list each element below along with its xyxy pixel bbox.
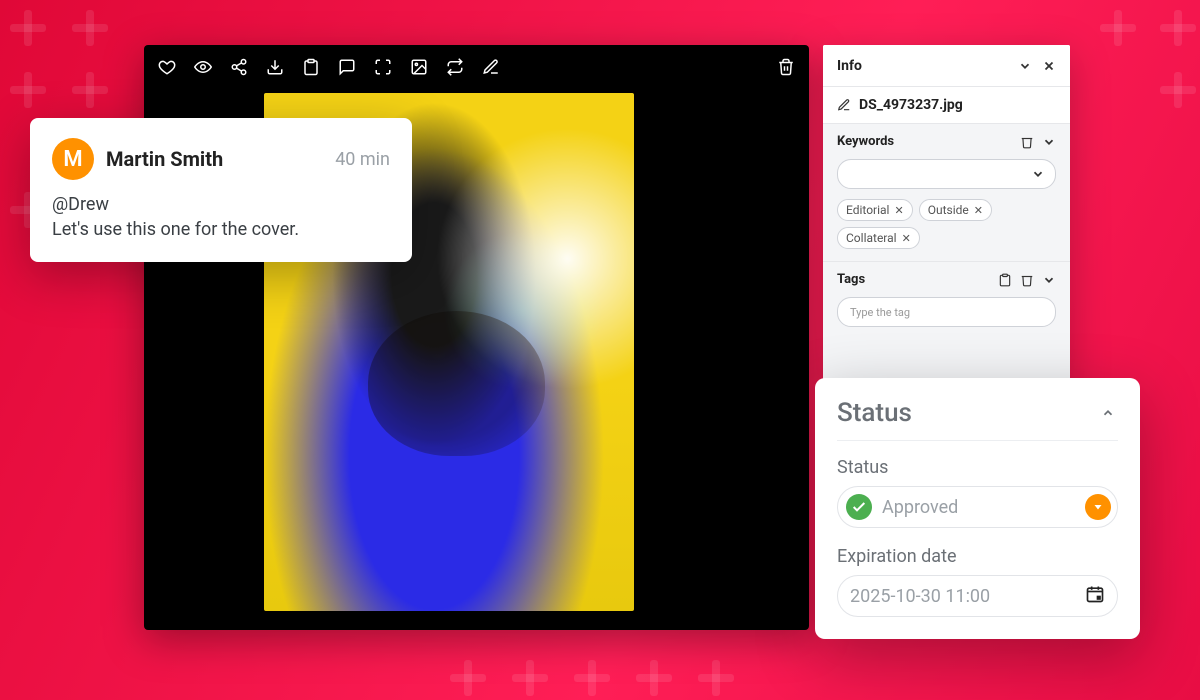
status-field-label: Status [837, 457, 1118, 478]
pencil-icon[interactable] [837, 98, 851, 112]
clipboard-icon[interactable] [302, 58, 320, 76]
expiration-input[interactable]: 2025-10-30 11:00 [837, 575, 1118, 617]
chevron-up-icon[interactable] [1098, 403, 1118, 423]
tags-placeholder: Type the tag [850, 306, 910, 319]
edit-icon[interactable] [482, 58, 500, 76]
info-panel-header: Info [823, 45, 1070, 87]
chevron-down-icon [1031, 167, 1045, 181]
tags-section: Tags Type the tag [823, 261, 1070, 339]
comment-body: Let's use this one for the cover. [52, 219, 390, 240]
status-select[interactable]: Approved [837, 486, 1118, 528]
trash-icon[interactable] [1020, 135, 1034, 149]
section-title-keywords: Keywords [837, 134, 894, 149]
avatar: M [52, 138, 94, 180]
close-icon[interactable] [1042, 59, 1056, 73]
info-panel-title: Info [837, 58, 862, 74]
image-icon[interactable] [410, 58, 428, 76]
comment-card: M Martin Smith 40 min @Drew Let's use th… [30, 118, 412, 262]
keywords-section: Keywords Editorial✕ Outside✕ Collateral✕ [823, 124, 1070, 261]
status-value: Approved [882, 497, 1075, 518]
chevron-down-icon[interactable] [1018, 59, 1032, 73]
chevron-down-icon[interactable] [1042, 135, 1056, 149]
expiration-value: 2025-10-30 11:00 [850, 586, 1075, 607]
swap-icon[interactable] [446, 58, 464, 76]
info-panel: Info DS_4973237.jpg Keywords Editorial✕ … [823, 45, 1070, 385]
keyword-chip[interactable]: Editorial✕ [837, 199, 913, 221]
keyword-chip[interactable]: Collateral✕ [837, 227, 920, 249]
delete-icon[interactable] [777, 58, 795, 76]
expiration-label: Expiration date [837, 546, 1118, 567]
keyword-chips: Editorial✕ Outside✕ Collateral✕ [837, 199, 1056, 249]
fullscreen-icon[interactable] [374, 58, 392, 76]
calendar-icon[interactable] [1085, 584, 1105, 608]
status-card: Status Status Approved Expiration date 2… [815, 378, 1140, 639]
keyword-chip[interactable]: Outside✕ [919, 199, 992, 221]
tags-input[interactable]: Type the tag [837, 297, 1056, 327]
filename-row: DS_4973237.jpg [823, 87, 1070, 124]
clipboard-icon[interactable] [998, 273, 1012, 287]
share-icon[interactable] [230, 58, 248, 76]
chevron-down-icon[interactable] [1042, 273, 1056, 287]
trash-icon[interactable] [1020, 273, 1034, 287]
caret-down-icon[interactable] [1085, 494, 1111, 520]
keywords-dropdown[interactable] [837, 159, 1056, 189]
preview-icon[interactable] [194, 58, 212, 76]
comment-time: 40 min [335, 149, 390, 170]
comment-author: Martin Smith [106, 147, 323, 171]
chip-remove-icon[interactable]: ✕ [894, 204, 903, 217]
download-icon[interactable] [266, 58, 284, 76]
asset-toolbar [144, 45, 809, 89]
section-title-tags: Tags [837, 272, 865, 287]
chip-remove-icon[interactable]: ✕ [974, 204, 983, 217]
comment-icon[interactable] [338, 58, 356, 76]
status-card-title: Status [837, 398, 912, 428]
favorite-icon[interactable] [158, 58, 176, 76]
check-circle-icon [846, 494, 872, 520]
chip-remove-icon[interactable]: ✕ [902, 232, 911, 245]
comment-mention: @Drew [52, 194, 390, 215]
filename-text: DS_4973237.jpg [859, 97, 963, 113]
